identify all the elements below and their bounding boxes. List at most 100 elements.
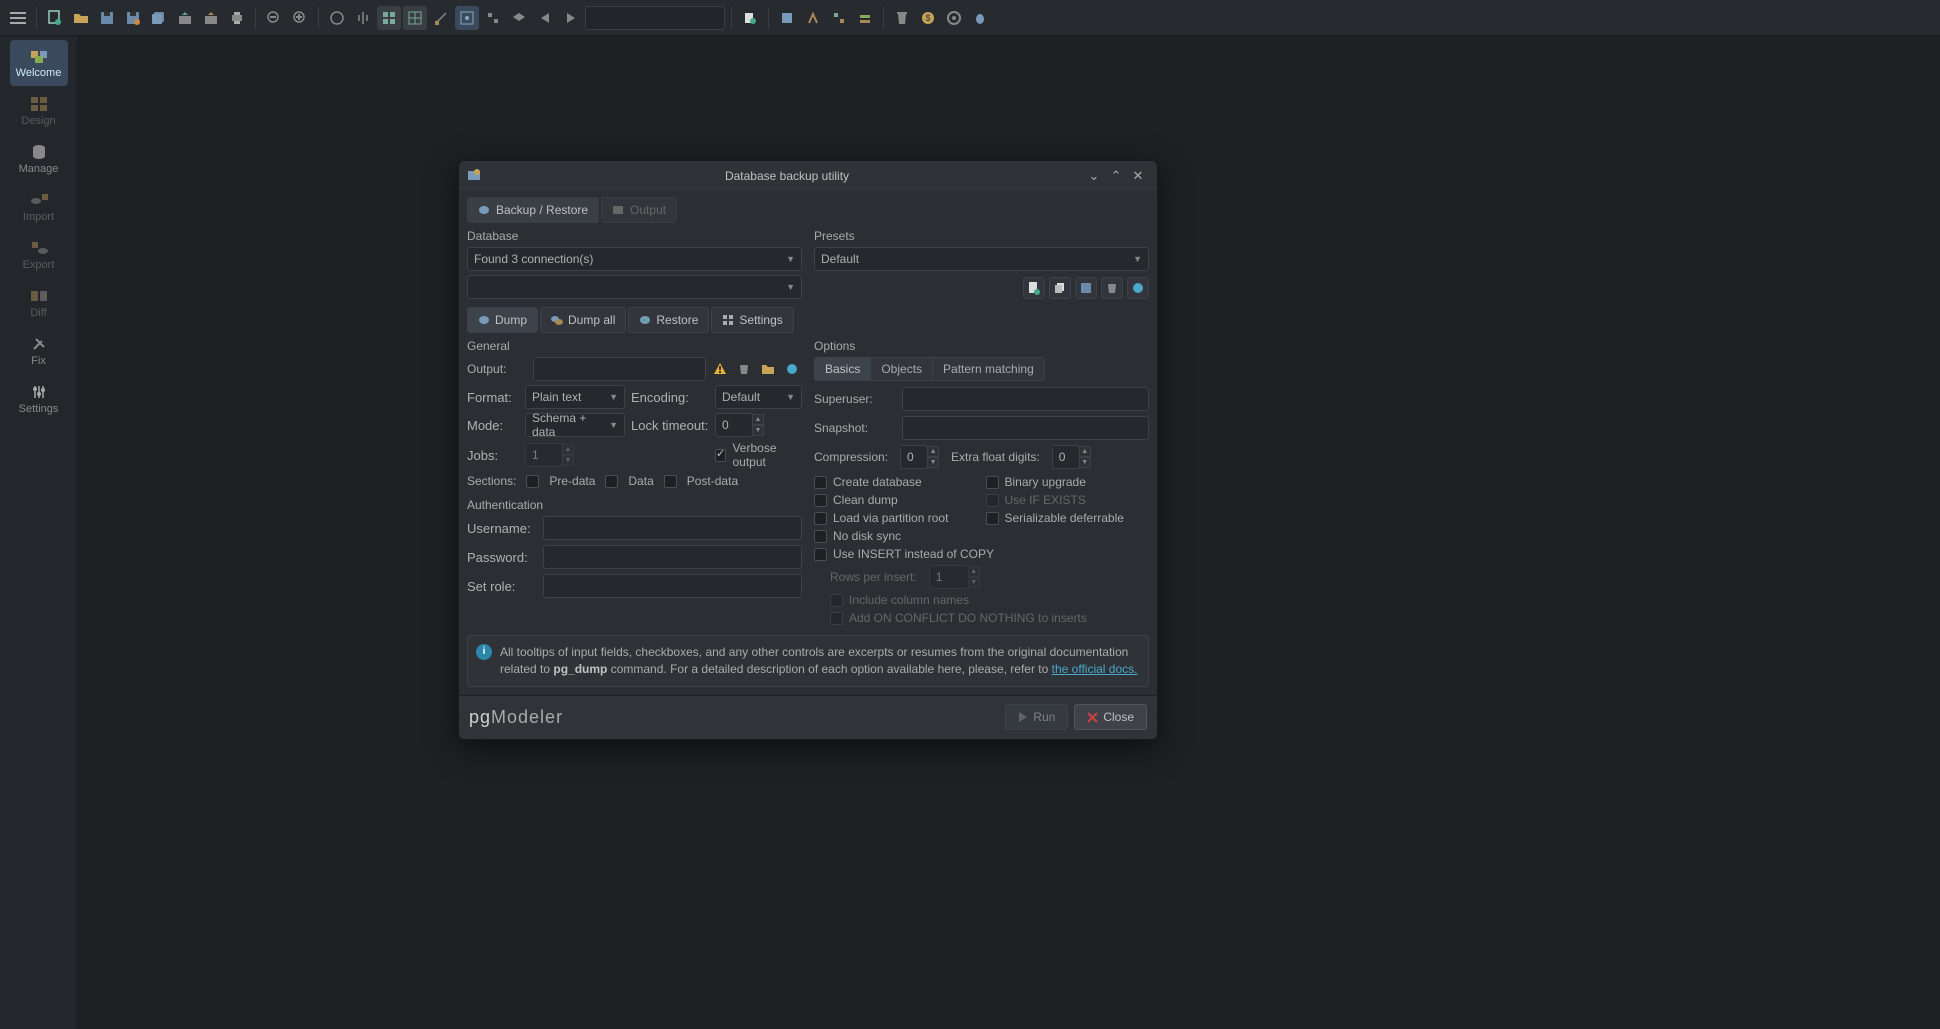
database-combo[interactable]: ▼ <box>467 275 802 299</box>
nav-manage[interactable]: Manage <box>10 136 68 182</box>
dialog-titlebar[interactable]: Database backup utility ⌄ ⌃ ✕ <box>459 161 1157 191</box>
predata-check[interactable] <box>526 475 539 488</box>
clean-check[interactable] <box>814 494 827 507</box>
arrow-right-icon[interactable] <box>559 6 583 30</box>
nav-diff[interactable]: Diff <box>10 280 68 326</box>
open-folder-icon[interactable] <box>69 6 93 30</box>
align-grid-icon[interactable] <box>429 6 453 30</box>
output-folder-icon[interactable] <box>758 359 778 379</box>
export-icon[interactable] <box>173 6 197 30</box>
nav-export[interactable]: Export <box>10 232 68 278</box>
nav-settings[interactable]: Settings <box>10 376 68 422</box>
tab-restore[interactable]: Restore <box>628 307 709 333</box>
preset-delete-icon[interactable] <box>1101 277 1123 299</box>
postdata-check[interactable] <box>664 475 677 488</box>
float-down-icon[interactable]: ▼ <box>1079 457 1091 468</box>
arrow-left-icon[interactable] <box>533 6 557 30</box>
setrole-input[interactable] <box>543 574 802 598</box>
opt-tab-objects[interactable]: Objects <box>871 358 933 380</box>
nodisk-check[interactable] <box>814 530 827 543</box>
expand-icon[interactable] <box>481 6 505 30</box>
maximize-icon[interactable]: ⌃ <box>1105 167 1127 185</box>
tool1-icon[interactable] <box>775 6 799 30</box>
serial-check[interactable] <box>986 512 999 525</box>
comp-down-icon[interactable]: ▼ <box>927 457 939 468</box>
tab-dump[interactable]: Dump <box>467 307 538 333</box>
snap-icon[interactable] <box>455 6 479 30</box>
format-combo[interactable]: Plain text▼ <box>525 385 625 409</box>
save-all-icon[interactable] <box>147 6 171 30</box>
superuser-input[interactable] <box>902 387 1149 411</box>
preset-combo[interactable]: Default▼ <box>814 247 1149 271</box>
mode-combo[interactable]: Schema + data▼ <box>525 413 625 437</box>
opt-tab-pattern[interactable]: Pattern matching <box>933 358 1044 380</box>
nav-diff-label: Diff <box>30 307 46 319</box>
new-file-icon[interactable] <box>43 6 67 30</box>
verbose-check[interactable] <box>715 449 726 462</box>
sections-label: Sections: <box>467 474 516 488</box>
preset-new-icon[interactable] <box>1023 277 1045 299</box>
password-input[interactable] <box>543 545 802 569</box>
nav-welcome[interactable]: Welcome <box>10 40 68 86</box>
info-box: i All tooltips of input fields, checkbox… <box>467 635 1149 687</box>
compression-spin[interactable] <box>900 445 928 469</box>
tool4-icon[interactable] <box>853 6 877 30</box>
layer-combo[interactable] <box>585 6 725 30</box>
save-icon[interactable] <box>95 6 119 30</box>
tool3-icon[interactable] <box>827 6 851 30</box>
nav-import[interactable]: Import <box>10 184 68 230</box>
username-input[interactable] <box>543 516 802 540</box>
minimize-icon[interactable]: ⌄ <box>1083 167 1105 185</box>
nav-design[interactable]: Design <box>10 88 68 134</box>
tab-output[interactable]: Output <box>601 197 677 223</box>
tab-settings[interactable]: Settings <box>711 307 793 333</box>
print-icon[interactable] <box>225 6 249 30</box>
grid-delimiter-icon[interactable] <box>403 6 427 30</box>
grid-icon[interactable] <box>377 6 401 30</box>
preset-save-icon[interactable] <box>1075 277 1097 299</box>
snapshot-input[interactable] <box>902 416 1149 440</box>
preset-refresh-icon[interactable] <box>1127 277 1149 299</box>
lock-spin[interactable] <box>715 413 753 437</box>
encoding-combo[interactable]: Default▼ <box>715 385 802 409</box>
zoom-out-icon[interactable] <box>262 6 286 30</box>
flip-icon[interactable] <box>351 6 375 30</box>
preset-copy-icon[interactable] <box>1049 277 1071 299</box>
trash-icon[interactable] <box>890 6 914 30</box>
donate-icon[interactable]: $ <box>916 6 940 30</box>
layers-icon[interactable] <box>507 6 531 30</box>
docs-link[interactable]: the official docs. <box>1052 662 1138 676</box>
output-globe-icon[interactable] <box>782 359 802 379</box>
close-button[interactable]: Close <box>1074 704 1147 730</box>
tab-backup-restore[interactable]: Backup / Restore <box>467 197 599 223</box>
output-input[interactable] <box>533 357 706 381</box>
createdb-check[interactable] <box>814 476 827 489</box>
help-icon[interactable] <box>942 6 966 30</box>
zoom-in-icon[interactable] <box>288 6 312 30</box>
lock-down-icon[interactable]: ▼ <box>752 425 764 436</box>
opt-tab-basics[interactable]: Basics <box>815 358 871 380</box>
connections-combo[interactable]: Found 3 connection(s)▼ <box>467 247 802 271</box>
dialog-icon <box>467 168 483 184</box>
warning-icon[interactable] <box>710 359 730 379</box>
extrafloat-spin[interactable] <box>1052 445 1080 469</box>
float-up-icon[interactable]: ▲ <box>1079 446 1091 457</box>
nav-fix[interactable]: Fix <box>10 328 68 374</box>
binary-check[interactable] <box>986 476 999 489</box>
add-layer-icon[interactable] <box>738 6 762 30</box>
insert-check[interactable] <box>814 548 827 561</box>
data-check[interactable] <box>605 475 618 488</box>
save-as-icon[interactable] <box>121 6 145 30</box>
comp-up-icon[interactable]: ▲ <box>927 446 939 457</box>
export-as-icon[interactable] <box>199 6 223 30</box>
validate-icon[interactable] <box>325 6 349 30</box>
close-window-icon[interactable]: ✕ <box>1127 167 1149 185</box>
bug-icon[interactable] <box>968 6 992 30</box>
menu-icon[interactable] <box>6 6 30 30</box>
tab-dump-all[interactable]: Dump all <box>540 307 626 333</box>
output-trash-icon[interactable] <box>734 359 754 379</box>
play-icon <box>1018 711 1028 723</box>
tool2-icon[interactable] <box>801 6 825 30</box>
lock-up-icon[interactable]: ▲ <box>752 414 764 425</box>
partition-check[interactable] <box>814 512 827 525</box>
